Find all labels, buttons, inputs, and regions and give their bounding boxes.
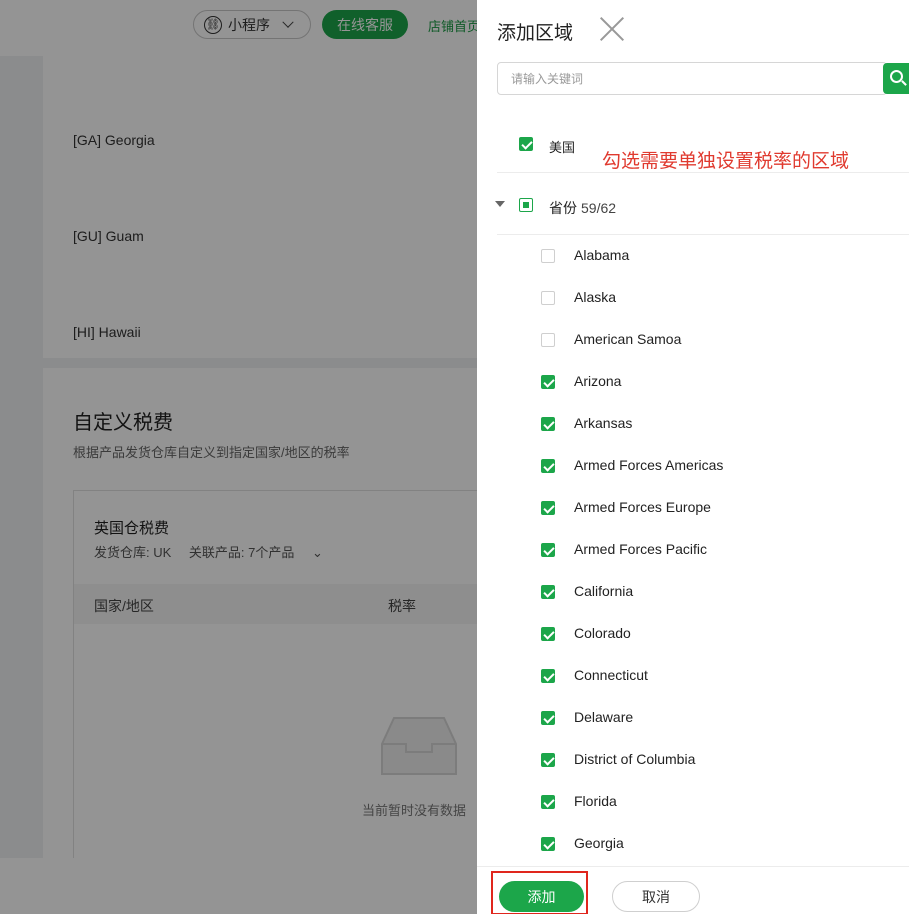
list-item[interactable]: District of Columbia [477, 739, 909, 781]
list-item[interactable]: American Samoa [477, 319, 909, 361]
state-checkbox[interactable] [541, 795, 555, 809]
list-item[interactable]: Armed Forces Americas [477, 445, 909, 487]
search-input[interactable] [497, 62, 887, 95]
state-name: Alaska [574, 289, 617, 305]
state-name: Armed Forces Americas [574, 457, 724, 473]
state-name: Arizona [574, 373, 622, 389]
state-name: District of Columbia [574, 751, 696, 767]
state-name: California [574, 583, 634, 599]
list-item[interactable]: Colorado [477, 613, 909, 655]
state-checkbox[interactable] [541, 627, 555, 641]
state-checkbox[interactable] [541, 417, 555, 431]
cancel-button[interactable]: 取消 [612, 881, 700, 912]
list-item[interactable]: Arizona [477, 361, 909, 403]
state-checkbox[interactable] [541, 711, 555, 725]
state-list[interactable]: Alabama Alaska American Samoa Arizona Arkans… [477, 235, 909, 865]
annotation-text: 勾选需要单独设置税率的区域 [602, 151, 850, 172]
state-name: Georgia [574, 835, 624, 851]
list-item[interactable]: Alabama [477, 235, 909, 277]
state-checkbox[interactable] [541, 375, 555, 389]
state-checkbox[interactable] [541, 837, 555, 851]
state-checkbox[interactable] [541, 459, 555, 473]
state-checkbox[interactable] [541, 543, 555, 557]
state-checkbox[interactable] [541, 753, 555, 767]
list-item[interactable]: California [477, 571, 909, 613]
list-item[interactable]: Alaska [477, 277, 909, 319]
state-checkbox[interactable] [541, 291, 555, 305]
highlight-annotation-box [491, 871, 588, 914]
state-name: Alabama [574, 247, 630, 263]
country-checkbox[interactable] [519, 137, 533, 151]
list-item[interactable]: Armed Forces Pacific [477, 529, 909, 571]
province-checkbox[interactable] [519, 198, 533, 212]
state-checkbox[interactable] [541, 249, 555, 263]
state-name: Florida [574, 793, 617, 809]
list-item[interactable]: Georgia [477, 823, 909, 865]
list-item[interactable]: Florida [477, 781, 909, 823]
state-name: Armed Forces Europe [574, 499, 711, 515]
province-count: 59/62 [581, 200, 617, 216]
divider [497, 172, 909, 173]
state-checkbox[interactable] [541, 669, 555, 683]
list-item[interactable]: Armed Forces Europe [477, 487, 909, 529]
state-name: American Samoa [574, 331, 682, 347]
state-checkbox[interactable] [541, 585, 555, 599]
state-name: Colorado [574, 625, 631, 641]
list-item[interactable]: Delaware [477, 697, 909, 739]
search-button[interactable] [883, 63, 909, 94]
list-item[interactable]: Connecticut [477, 655, 909, 697]
country-label: 美国 [549, 140, 576, 155]
caret-down-icon[interactable] [495, 201, 505, 207]
state-name: Armed Forces Pacific [574, 541, 708, 557]
list-item[interactable]: Arkansas [477, 403, 909, 445]
add-region-drawer: 添加区域 美国 勾选需要单独设置税率的区域 省份59/62 AlabamaAla… [477, 0, 909, 914]
drawer-footer: 添加 取消 [477, 866, 909, 914]
state-checkbox[interactable] [541, 333, 555, 347]
drawer-title: 添加区域 [497, 23, 574, 44]
province-label: 省份 59/62 [549, 200, 617, 216]
state-checkbox[interactable] [541, 501, 555, 515]
state-name: Delaware [574, 709, 634, 725]
close-icon[interactable] [599, 16, 625, 42]
state-name: Connecticut [574, 667, 648, 683]
state-name: Arkansas [574, 415, 633, 431]
